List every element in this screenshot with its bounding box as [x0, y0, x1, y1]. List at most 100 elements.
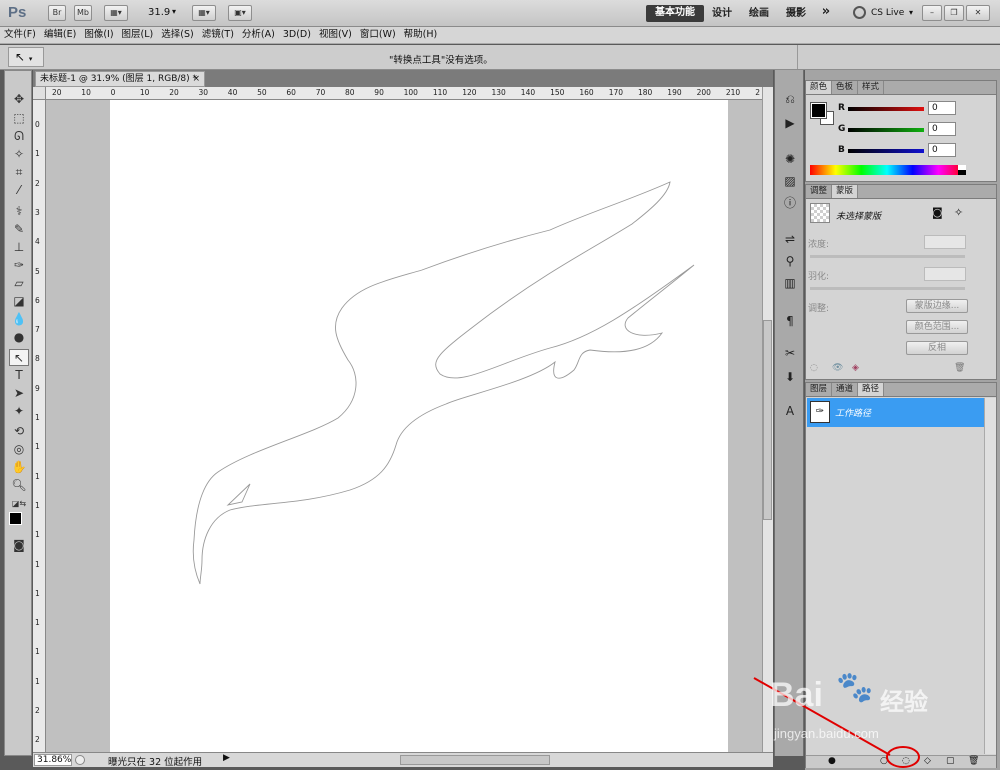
close-window-button[interactable]: ✕	[966, 5, 990, 21]
quick-mask-icon[interactable]: ◙	[9, 537, 29, 554]
invert-button[interactable]: 反相	[906, 341, 968, 355]
arrange-documents-button[interactable]: ▦▾	[192, 5, 216, 21]
workspace-design[interactable]: 设计	[708, 6, 736, 22]
blur-tool-icon[interactable]: 💧	[9, 311, 29, 328]
path-selection-tool-icon[interactable]: ➤	[9, 385, 29, 402]
crop-tool-icon[interactable]: ⌗	[9, 164, 29, 181]
3d-panel-icon[interactable]: ⚲	[780, 252, 800, 270]
info-panel-icon[interactable]: ⓘ	[780, 194, 800, 212]
marquee-tool-icon[interactable]: ⬚	[9, 110, 29, 127]
status-zoom-field[interactable]: 31.86%	[34, 754, 72, 766]
status-menu-arrow-icon[interactable]: ▶	[223, 753, 230, 763]
eraser-tool-icon[interactable]: ▱	[9, 275, 29, 292]
zoom-tool-icon[interactable]: 🔍︎	[9, 477, 29, 494]
cs-live-label[interactable]: CS Live	[871, 8, 904, 18]
quick-select-tool-icon[interactable]: ✧	[9, 146, 29, 163]
workspace-basic[interactable]: 基本功能	[646, 5, 704, 22]
restore-button[interactable]: ❐	[944, 5, 964, 21]
3d-orbit-tool-icon[interactable]: ◎	[9, 441, 29, 458]
menu-layer[interactable]: 图层(L)	[118, 27, 158, 43]
shape-tool-icon[interactable]: ✦	[9, 403, 29, 420]
tab-paths[interactable]: 路径	[858, 383, 885, 396]
document-tab[interactable]: 未标题-1 @ 31.9% (图层 1, RGB/8) * ×	[35, 71, 205, 87]
cs-live-icon[interactable]	[853, 6, 866, 19]
document-canvas[interactable]	[110, 100, 728, 752]
hand-tool-icon[interactable]: ✋	[9, 459, 29, 476]
brush-panel-icon[interactable]: ✺	[780, 150, 800, 168]
convert-point-tool-icon[interactable]: ↖	[9, 349, 29, 366]
menu-window[interactable]: 窗口(W)	[356, 27, 400, 43]
tab-adjustments[interactable]: 调整	[806, 185, 833, 198]
tab-channels[interactable]: 通道	[832, 383, 859, 396]
more-workspaces-button[interactable]: »	[816, 4, 836, 20]
apply-mask-icon[interactable]: ◈	[852, 363, 859, 373]
paragraph-panel-icon[interactable]: ¶	[780, 312, 800, 330]
clone-stamp-tool-icon[interactable]: ⊥	[9, 239, 29, 256]
measurement-panel-icon[interactable]: ▥	[780, 274, 800, 292]
workspace-photography[interactable]: 摄影	[782, 6, 810, 22]
tab-styles[interactable]: 样式	[858, 81, 885, 94]
vertical-scroll-thumb[interactable]	[763, 320, 772, 520]
swap-colors-icon[interactable]: ◪⇆	[9, 495, 29, 512]
green-slider[interactable]	[848, 128, 924, 132]
menu-3d[interactable]: 3D(D)	[279, 27, 315, 43]
density-field[interactable]	[924, 235, 966, 249]
actions-panel-icon[interactable]: ▶	[780, 114, 800, 132]
bridge-button[interactable]: Br	[48, 5, 66, 21]
zoom-dropdown-icon[interactable]: ▾	[172, 7, 176, 16]
menu-analysis[interactable]: 分析(A)	[238, 27, 279, 43]
character-panel-icon[interactable]: A	[780, 402, 800, 420]
tab-masks[interactable]: 蒙版	[832, 185, 859, 198]
cs-live-dropdown-icon[interactable]: ▾	[909, 8, 913, 17]
zoom-level[interactable]: 31.9	[148, 7, 170, 18]
screen-mode-button[interactable]: ▣▾	[228, 5, 252, 21]
black-white-swatch[interactable]	[958, 165, 966, 175]
mask-edge-button[interactable]: 蒙版边缘...	[906, 299, 968, 313]
horizontal-ruler[interactable]: 20 10 0 10 20 30 40 50 60 70 80 90 100 110 120 130 140 15…	[46, 87, 762, 100]
vector-mask-icon[interactable]: ✧	[954, 206, 963, 219]
tool-presets-panel-icon[interactable]: ⇌	[780, 230, 800, 248]
close-document-icon[interactable]: ×	[192, 72, 200, 86]
clone-source-panel-icon[interactable]: ▨	[780, 172, 800, 190]
eyedropper-tool-icon[interactable]: ⁄	[9, 182, 29, 199]
menu-select[interactable]: 选择(S)	[157, 27, 197, 43]
feather-field[interactable]	[924, 267, 966, 281]
paint-bucket-tool-icon[interactable]: ◪	[9, 293, 29, 310]
green-value[interactable]: 0	[928, 122, 956, 136]
status-info-icon[interactable]	[75, 755, 85, 765]
minimize-button[interactable]: –	[922, 5, 942, 21]
load-selection-icon[interactable]: ◌	[810, 363, 818, 373]
menu-filter[interactable]: 滤镜(T)	[198, 27, 238, 43]
type-tool-icon[interactable]: T	[9, 367, 29, 384]
workspace-painting[interactable]: 绘画	[745, 6, 773, 22]
blue-value[interactable]: 0	[928, 143, 956, 157]
path-row-work-path[interactable]: ✑ 工作路径	[807, 398, 984, 427]
ruler-origin[interactable]	[33, 87, 46, 100]
healing-brush-tool-icon[interactable]: ⚕	[9, 203, 29, 220]
notes-panel-icon[interactable]: ⬇	[780, 368, 800, 386]
history-brush-tool-icon[interactable]: ✑	[9, 257, 29, 274]
tool-preset-picker[interactable]: ↖ ▾	[8, 47, 44, 67]
menu-file[interactable]: 文件(F)	[0, 27, 40, 43]
menu-view[interactable]: 视图(V)	[315, 27, 356, 43]
foreground-color-swatch[interactable]	[9, 512, 22, 525]
delete-mask-icon[interactable]: 🗑	[954, 363, 965, 373]
vertical-ruler[interactable]: 01234567891111111111222	[33, 100, 46, 752]
red-slider[interactable]	[848, 107, 924, 111]
red-value[interactable]: 0	[928, 101, 956, 115]
tab-swatches[interactable]: 色板	[832, 81, 859, 94]
animation-panel-icon[interactable]: ✂	[780, 344, 800, 362]
menu-image[interactable]: 图像(I)	[80, 27, 117, 43]
menu-help[interactable]: 帮助(H)	[400, 27, 442, 43]
color-range-button[interactable]: 颜色范围...	[906, 320, 968, 334]
menu-edit[interactable]: 编辑(E)	[40, 27, 80, 43]
move-tool-icon[interactable]: ✥	[9, 91, 29, 108]
3d-rotate-tool-icon[interactable]: ⟲	[9, 423, 29, 440]
tab-color[interactable]: 颜色	[806, 81, 833, 94]
dodge-tool-icon[interactable]: ●	[9, 329, 29, 346]
tab-layers[interactable]: 图层	[806, 383, 833, 396]
lasso-tool-icon[interactable]: ᘏ	[9, 128, 29, 145]
history-panel-icon[interactable]: ⎌	[780, 90, 800, 108]
blue-slider[interactable]	[848, 149, 924, 153]
visibility-eye-icon[interactable]: 👁	[832, 363, 843, 373]
